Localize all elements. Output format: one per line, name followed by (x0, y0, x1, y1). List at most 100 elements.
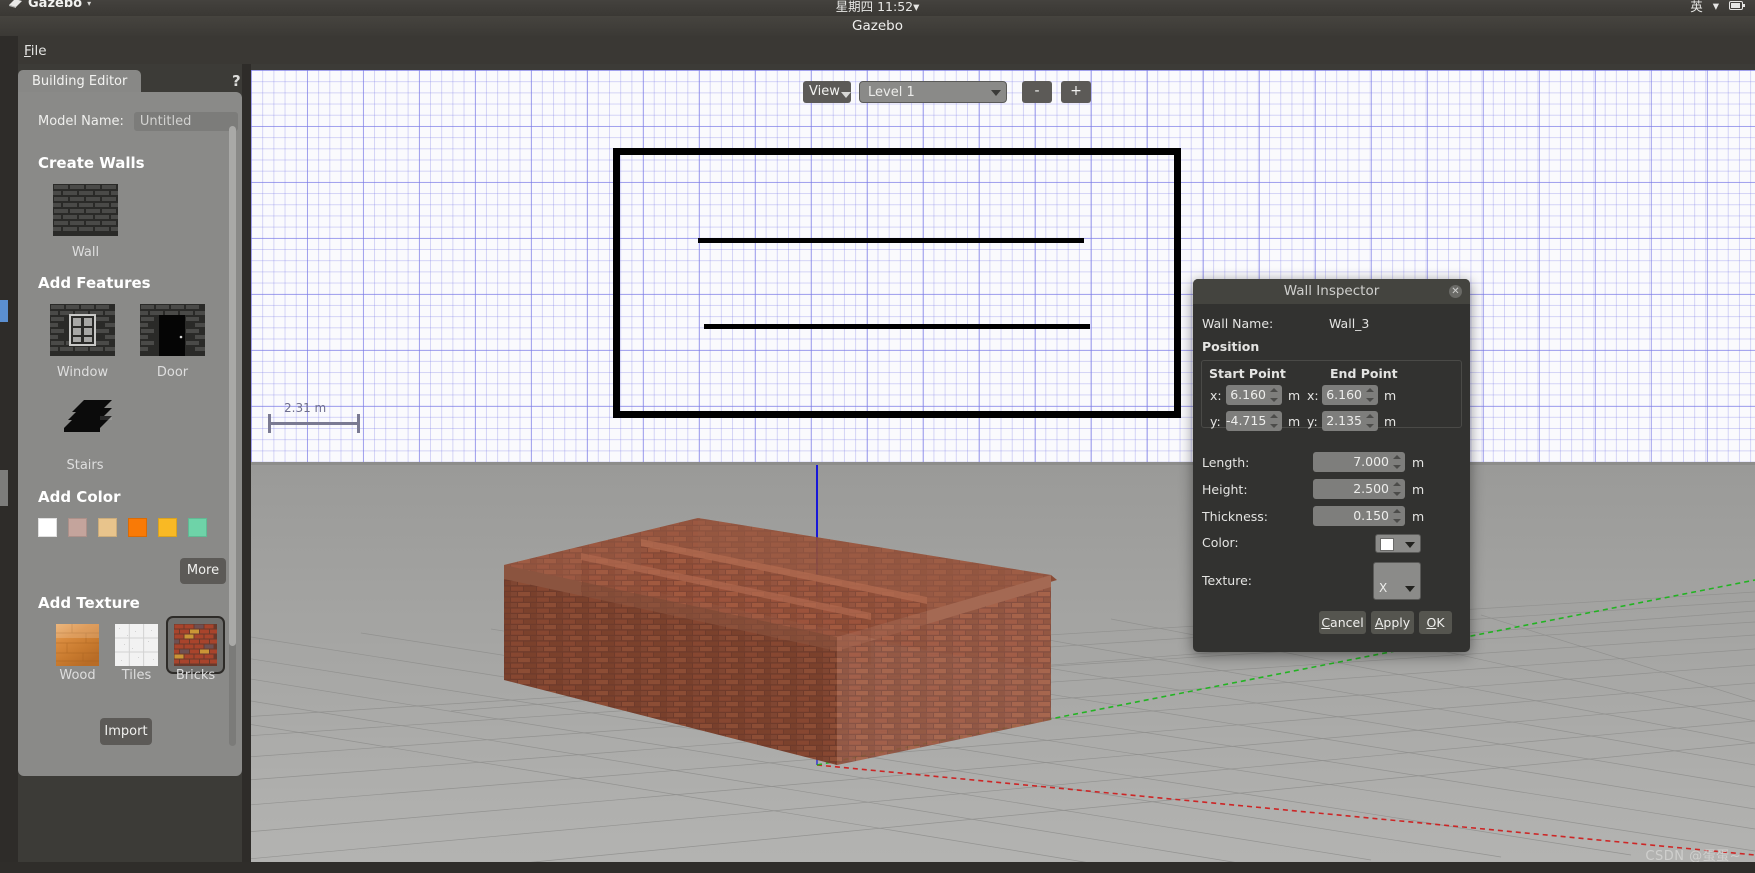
spinner-up-icon[interactable] (1270, 388, 1278, 392)
window-title: Gazebo (0, 16, 1755, 36)
spinner-down-icon[interactable] (1366, 424, 1374, 428)
color-swatch-3[interactable] (128, 518, 147, 537)
window-edge-handle-blue[interactable] (0, 300, 8, 322)
length-input[interactable]: 7.000 (1313, 452, 1405, 472)
end-x-input[interactable]: 6.160 (1322, 385, 1378, 405)
color-swatch-0[interactable] (38, 518, 57, 537)
viewport-3d[interactable]: CSDN @蛋蛋~ (251, 465, 1755, 873)
color-swatch-4[interactable] (158, 518, 177, 537)
scale-bar (268, 422, 360, 425)
start-y-input[interactable]: -4.715 (1226, 411, 1282, 431)
input-language-indicator[interactable]: 英 (1690, 0, 1703, 15)
palette-scrollbar-thumb[interactable] (229, 126, 236, 646)
import-button[interactable]: Import (100, 718, 152, 745)
ok-button[interactable]: OK (1419, 611, 1452, 634)
texture-value: X (1379, 581, 1388, 595)
wall-inspector-dialog: Wall Inspector ✕ Wall Name: Wall_3 Posit… (1193, 279, 1470, 652)
level-select[interactable]: Level 1 (859, 81, 1007, 103)
wall-left[interactable] (613, 148, 620, 418)
chevron-down-icon[interactable]: ▾ (1713, 0, 1719, 13)
menu-file[interactable]: File (18, 41, 53, 61)
end-x-unit: m (1384, 388, 1397, 403)
app-root: Gazebo ▾ 星期四 11:52▾ 英 ▾ Gazebo File Buil… (0, 0, 1755, 873)
floor-plan-canvas[interactable]: 2.31 m View Level 1 - + (251, 70, 1755, 462)
more-colors-button[interactable]: More (180, 558, 226, 584)
battery-icon[interactable] (1729, 0, 1745, 13)
os-clock[interactable]: 星期四 11:52▾ (836, 0, 920, 15)
spinner-up-icon[interactable] (1366, 388, 1374, 392)
level-decrease-button[interactable]: - (1022, 81, 1052, 103)
wall-item-label: Wall (71, 245, 100, 260)
spinner-up-icon[interactable] (1366, 414, 1374, 418)
window-thumbnail[interactable] (45, 304, 115, 360)
spinner-down-icon[interactable] (1270, 398, 1278, 402)
texture-bricks-thumbnail[interactable] (170, 624, 217, 670)
start-x-input[interactable]: 6.160 (1226, 385, 1282, 405)
color-swatch-1[interactable] (68, 518, 87, 537)
color-select[interactable] (1375, 534, 1421, 553)
chevron-down-icon[interactable] (1405, 542, 1415, 548)
apply-button[interactable]: Apply (1371, 611, 1414, 634)
stairs-item-label: Stairs (66, 458, 104, 473)
scale-cap-left (268, 414, 271, 433)
wall-inner-1[interactable] (698, 238, 1084, 243)
spinner-down-icon[interactable] (1393, 519, 1401, 523)
wall-top[interactable] (613, 148, 1181, 155)
spinner-down-icon[interactable] (1366, 398, 1374, 402)
scale-cap-right (357, 414, 360, 433)
door-thumbnail[interactable] (135, 304, 205, 360)
os-panel-left: Gazebo ▾ (8, 0, 91, 11)
spinner-down-icon[interactable] (1393, 492, 1401, 496)
cancel-button[interactable]: Cancel (1319, 611, 1366, 634)
start-y-unit: m (1288, 414, 1301, 429)
spinner-up-icon[interactable] (1270, 414, 1278, 418)
wall-inner-2[interactable] (704, 324, 1090, 329)
stairs-thumbnail[interactable] (54, 394, 116, 446)
spinner-down-icon[interactable] (1393, 465, 1401, 469)
tab-building-editor[interactable]: Building Editor (18, 70, 142, 94)
end-y-unit: m (1384, 414, 1397, 429)
window-edge-handle-grey[interactable] (0, 470, 8, 506)
thickness-unit: m (1412, 509, 1425, 524)
color-swatch-2[interactable] (98, 518, 117, 537)
height-input[interactable]: 2.500 (1313, 479, 1405, 499)
dialog-title[interactable]: Wall Inspector (1193, 279, 1470, 304)
chevron-down-icon[interactable] (841, 92, 851, 98)
length-label: Length: (1202, 455, 1250, 470)
end-y-input[interactable]: 2.135 (1322, 411, 1378, 431)
model-name-input[interactable]: Untitled (133, 112, 238, 131)
help-icon[interactable]: ? (232, 72, 241, 90)
wall-bottom[interactable] (613, 411, 1181, 418)
section-add-color: Add Color (38, 488, 121, 506)
texture-tiles-label: Tiles (121, 668, 152, 683)
os-app-name[interactable]: Gazebo (28, 0, 82, 11)
close-icon[interactable]: ✕ (1449, 285, 1462, 298)
window-item-label: Window (56, 365, 109, 380)
chevron-down-icon[interactable]: ▾ (87, 0, 91, 8)
texture-bricks-label: Bricks (175, 668, 216, 683)
chevron-down-icon[interactable] (991, 90, 1001, 96)
texture-wood-thumbnail[interactable] (56, 624, 99, 670)
color-swatch-5[interactable] (188, 518, 207, 537)
position-group: Start Point End Point x: 6.160 m x: 6.16… (1201, 360, 1462, 431)
wall-right[interactable] (1174, 148, 1181, 418)
thickness-input[interactable]: 0.150 (1313, 506, 1405, 526)
left-edge-strip (0, 36, 18, 873)
wall-name-value: Wall_3 (1329, 316, 1370, 331)
spinner-up-icon[interactable] (1393, 455, 1401, 459)
spinner-up-icon[interactable] (1393, 509, 1401, 513)
start-y-label: y: (1210, 414, 1221, 429)
door-item-label: Door (156, 365, 189, 380)
level-increase-button[interactable]: + (1061, 81, 1091, 103)
wall-thumbnail[interactable] (47, 184, 120, 240)
chevron-down-icon[interactable] (1405, 586, 1415, 592)
os-top-panel: Gazebo ▾ 星期四 11:52▾ 英 ▾ (0, 0, 1755, 16)
spinner-up-icon[interactable] (1393, 482, 1401, 486)
texture-select[interactable]: X (1373, 562, 1421, 600)
spinner-down-icon[interactable] (1270, 424, 1278, 428)
os-clock-text: 星期四 11:52 (835, 0, 914, 14)
palette-tab-row: Building Editor (18, 70, 242, 94)
position-label: Position (1202, 339, 1260, 354)
thickness-label: Thickness: (1202, 509, 1268, 524)
texture-tiles-thumbnail[interactable] (115, 624, 158, 670)
